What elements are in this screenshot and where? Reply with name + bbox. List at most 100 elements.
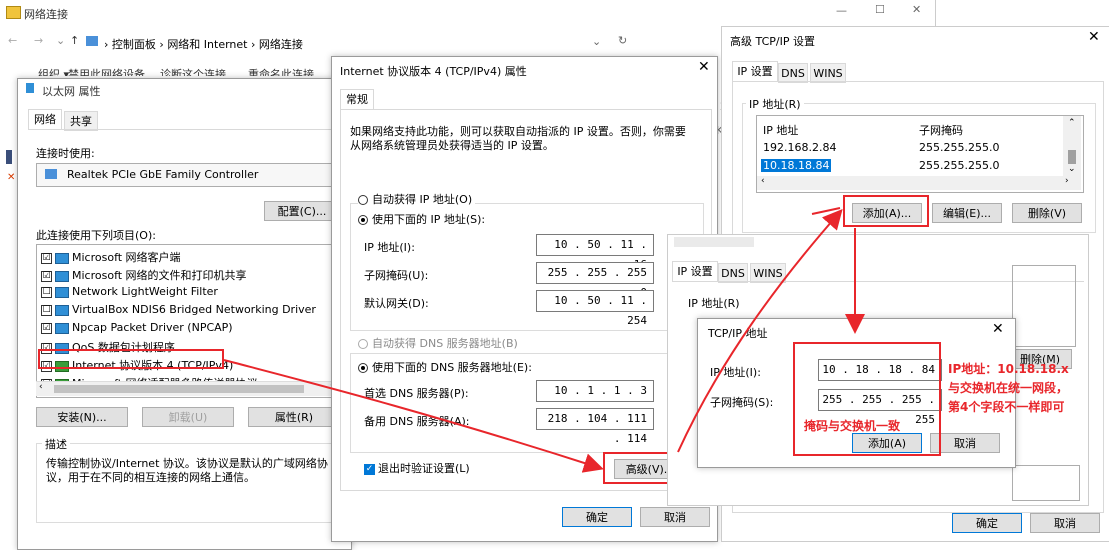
breadcrumb-item[interactable]: 控制面板	[112, 38, 156, 51]
table-cell[interactable]: 192.168.2.84	[763, 141, 836, 154]
checkbox[interactable]: ✓	[364, 463, 375, 475]
tab-dns[interactable]: DNS	[778, 63, 808, 83]
breadcrumb-item[interactable]: 网络连接	[259, 38, 303, 51]
close-icon[interactable]: ✕	[698, 59, 710, 75]
radio-off[interactable]	[358, 195, 368, 205]
auto-dns-label: 自动获得 DNS 服务器地址(B)	[372, 337, 518, 350]
checkbox[interactable]: ☑	[41, 270, 52, 282]
ok-button[interactable]: 确定	[952, 513, 1022, 533]
rename-connection[interactable]: 重命名此连接	[248, 66, 314, 76]
list-item[interactable]: ☐ VirtualBox NDIS6 Bridged Networking Dri…	[41, 303, 316, 316]
cancel-button[interactable]: 取消	[1030, 513, 1100, 533]
ok-button[interactable]: 确定	[562, 507, 632, 527]
close-icon[interactable]: ✕	[1088, 29, 1100, 45]
auto-ip-radio[interactable]: 自动获得 IP 地址(O)	[358, 191, 476, 207]
configure-button[interactable]: 配置(C)...	[264, 201, 340, 221]
cancel-button[interactable]: 取消	[640, 507, 710, 527]
items-list: ☑ Microsoft 网络客户端 ☑ Microsoft 网络的文件和打印机共享 …	[36, 244, 342, 398]
close-icon[interactable]: ✕	[992, 321, 1004, 337]
uninstall-button[interactable]: 卸载(U)	[142, 407, 234, 427]
tab-sharing[interactable]: 共享	[64, 111, 98, 131]
tcpip-dialog-title: TCP/IP 地址	[708, 327, 768, 340]
item-label: Network LightWeight Filter	[72, 285, 218, 298]
mask-note: 掩码与交换机一致	[804, 419, 901, 433]
manual-dns-radio[interactable]: 使用下面的 DNS 服务器地址(E):	[358, 359, 535, 375]
tab-ip-settings[interactable]: IP 设置	[732, 61, 778, 81]
tab-general[interactable]: 常规	[340, 89, 374, 109]
tab-wins[interactable]: WINS	[810, 63, 846, 83]
dns1-label: 首选 DNS 服务器(P):	[364, 387, 469, 400]
chevron-down-icon[interactable]: ⌄	[56, 34, 65, 47]
validate-checkbox[interactable]: ✓ 退出时验证设置(L)	[364, 460, 470, 476]
close-icon[interactable]: ✕	[912, 3, 921, 16]
table-cell-selected[interactable]: 10.18.18.84	[761, 159, 832, 172]
list-item[interactable]: ☑ Microsoft 网络客户端	[41, 249, 181, 265]
scroll-thumb[interactable]	[1068, 150, 1076, 164]
ip-address-group-label: IP 地址(R)	[688, 297, 740, 310]
diagnose-connection[interactable]: 诊断这个连接	[160, 66, 226, 76]
dns1-field[interactable]: 10 . 1 . 1 . 3	[536, 380, 654, 402]
radio-off[interactable]	[358, 339, 368, 349]
tab-ip-settings[interactable]: IP 设置	[672, 261, 718, 281]
remove-button[interactable]: 删除(V)	[1012, 203, 1082, 223]
tab-network[interactable]: 网络	[28, 109, 62, 129]
maximize-icon[interactable]: ☐	[875, 3, 885, 16]
network-folder-icon	[6, 6, 21, 19]
network-client-icon	[55, 270, 69, 282]
dns2-field[interactable]: 218 . 104 . 111 . 114	[536, 408, 654, 445]
mask-label: 子网掩码(U):	[364, 269, 429, 282]
ethernet-icon	[26, 83, 34, 93]
back-icon[interactable]: ←	[8, 34, 17, 47]
tab-wins[interactable]: WINS	[750, 263, 786, 283]
adapter-box: Realtek PCIe GbE Family Controller	[36, 163, 342, 187]
checkbox[interactable]: ☑	[41, 322, 52, 334]
breadcrumb-item[interactable]: 网络和 Internet	[167, 38, 247, 51]
ip-field[interactable]: 10 . 50 . 11 . 16	[536, 234, 654, 271]
network-client-icon	[55, 304, 69, 316]
scroll-left-icon[interactable]: ‹	[39, 382, 43, 392]
breadcrumb: › 控制面板 › 网络和 Internet › 网络连接	[104, 38, 303, 51]
disable-device[interactable]: 禁用此网络设备	[68, 66, 145, 76]
up-icon[interactable]: ↑	[70, 34, 79, 47]
checkbox[interactable]: ☑	[41, 252, 52, 264]
column-header-mask[interactable]: 子网掩码	[919, 122, 963, 138]
list-item[interactable]: ☐ Network LightWeight Filter	[41, 285, 218, 298]
radio-on[interactable]	[358, 363, 368, 373]
table-cell[interactable]: 255.255.255.0	[919, 141, 999, 154]
radio-on[interactable]	[358, 215, 368, 225]
error-icon: ✕	[7, 172, 16, 183]
horizontal-scrollbar[interactable]: ‹ ›	[757, 176, 1081, 190]
vertical-scrollbar[interactable]: ⌃ ⌄	[1063, 116, 1081, 176]
list-box	[1012, 465, 1080, 501]
dropdown-icon[interactable]: ⌄	[592, 35, 601, 48]
scroll-up-icon[interactable]: ⌃	[1068, 118, 1076, 128]
mask-field[interactable]: 255 . 255 . 255 . 0	[536, 262, 654, 299]
column-header-ip[interactable]: IP 地址	[763, 122, 798, 138]
description-label: 描述	[42, 436, 70, 452]
tab-dns[interactable]: DNS	[718, 263, 748, 283]
input-area-highlight	[793, 342, 941, 456]
install-button[interactable]: 安装(N)...	[36, 407, 128, 427]
gateway-field[interactable]: 10 . 50 . 11 . 254	[536, 290, 654, 327]
add-button-highlight	[843, 195, 929, 227]
auto-dns-radio[interactable]: 自动获得 DNS 服务器地址(B)	[358, 335, 521, 351]
scroll-down-icon[interactable]: ⌄	[1068, 164, 1076, 174]
properties-button[interactable]: 属性(R)	[248, 407, 340, 427]
scroll-right-icon[interactable]: ›	[1065, 176, 1069, 186]
item-label: Microsoft 网络客户端	[72, 251, 181, 264]
minimize-icon[interactable]: —	[836, 4, 847, 17]
organize-menu[interactable]: 组织 ▾	[38, 66, 69, 76]
explorer-title-bar: 网络连接 — ☐ ✕	[0, 0, 935, 26]
list-item[interactable]: ☑ Npcap Packet Driver (NPCAP)	[41, 321, 233, 334]
edit-button[interactable]: 编辑(E)...	[932, 203, 1002, 223]
scroll-thumb[interactable]	[54, 385, 304, 393]
manual-ip-radio[interactable]: 使用下面的 IP 地址(S):	[358, 211, 489, 227]
refresh-icon[interactable]: ↻	[618, 34, 627, 47]
checkbox[interactable]: ☐	[41, 304, 52, 316]
scroll-left-icon[interactable]: ‹	[761, 176, 765, 186]
forward-icon[interactable]: →	[34, 34, 43, 47]
checkbox[interactable]: ☐	[41, 286, 52, 298]
table-cell[interactable]: 255.255.255.0	[919, 159, 999, 172]
list-item[interactable]: ☑ Microsoft 网络的文件和打印机共享	[41, 267, 247, 283]
horizontal-scrollbar[interactable]: ‹ ›	[36, 381, 340, 396]
